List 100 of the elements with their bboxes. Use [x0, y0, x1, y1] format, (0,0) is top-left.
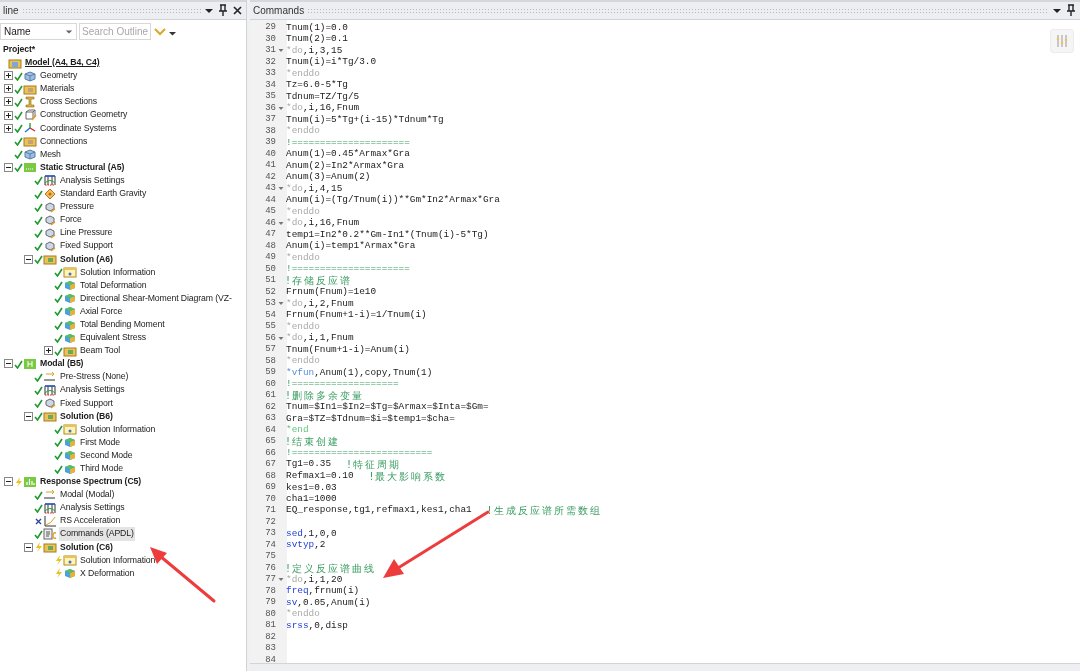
expand-icon[interactable] — [4, 84, 13, 94]
line-number: 43 — [264, 182, 276, 195]
result-cube-icon — [63, 331, 77, 344]
tree-item[interactable]: Mesh — [39, 147, 62, 161]
line-number: 38 — [264, 124, 276, 138]
fold-caret-icon[interactable] — [278, 335, 284, 341]
tree-item[interactable]: Solution (A6) — [59, 252, 114, 266]
search-field[interactable]: Search Outline — [79, 23, 151, 40]
close-icon[interactable] — [232, 5, 243, 16]
line-number: 47 — [264, 228, 276, 241]
line-number: 30 — [264, 32, 276, 46]
fold-caret-icon[interactable] — [278, 186, 284, 192]
check-icon — [34, 502, 43, 513]
line-number: 54 — [264, 308, 276, 322]
tree-item[interactable]: Commands (APDL) — [59, 527, 135, 541]
tree-item[interactable]: Solution Information — [79, 553, 157, 567]
collapse-icon[interactable] — [4, 477, 13, 487]
expand-icon[interactable] — [44, 346, 53, 356]
code-comment: !生成反应谱所需数组 — [487, 504, 602, 519]
check-icon — [34, 385, 43, 395]
tree-item[interactable]: Solution Information — [79, 265, 157, 279]
code-comment: !结束创建 — [286, 435, 340, 449]
tree-item[interactable]: Equivalent Stress — [79, 331, 147, 345]
tree-item[interactable]: Pressure — [59, 200, 95, 214]
tree-item[interactable]: X Deformation — [79, 566, 136, 580]
fold-caret-icon[interactable] — [278, 301, 284, 307]
collapse-icon[interactable] — [4, 162, 13, 172]
tree-item[interactable]: Fixed Support — [59, 396, 114, 410]
line-number: 80 — [264, 607, 276, 621]
code-text: ,i,4,15 — [302, 181, 343, 195]
expand-icon[interactable] — [4, 123, 13, 133]
fold-caret-icon[interactable] — [278, 48, 284, 54]
tree-item[interactable]: Cross Sections — [39, 95, 99, 109]
tree-item[interactable]: Axial Force — [79, 304, 124, 318]
tree-item[interactable]: Project* — [2, 43, 37, 57]
collapse-icon[interactable] — [4, 359, 13, 369]
tree-item[interactable]: Geometry — [39, 69, 79, 83]
tree-item[interactable]: Line Pressure — [59, 226, 114, 240]
check-icon — [34, 240, 43, 251]
expand-icon[interactable] — [4, 97, 13, 107]
tree-item[interactable]: Second Mode — [79, 448, 134, 462]
line-number: 78 — [264, 584, 276, 598]
tree-item[interactable]: Analysis Settings — [59, 383, 126, 397]
result-cube-icon — [63, 462, 77, 475]
command-keyword: sed — [286, 526, 303, 541]
tree-item[interactable]: Coordinate Systems — [39, 121, 118, 135]
tree-item[interactable]: Analysis Settings — [59, 501, 126, 515]
tree-item[interactable]: Response Spectrum (C5) — [39, 475, 143, 489]
lightning-icon — [54, 568, 63, 579]
tree-item[interactable]: Model (A4, B4, C4) — [24, 56, 101, 70]
fold-caret-icon[interactable] — [278, 577, 284, 583]
tree-item[interactable]: Connections — [39, 134, 89, 148]
line-number: 84 — [264, 653, 276, 667]
pin-icon[interactable] — [1065, 4, 1077, 17]
support-icon — [43, 226, 57, 239]
tree-item[interactable]: Solution (C6) — [59, 540, 114, 554]
collapse-icon[interactable] — [24, 254, 33, 264]
expand-icon[interactable] — [4, 71, 13, 81]
fold-caret-icon[interactable] — [278, 105, 284, 111]
code-text: ,Anum(1),copy,Tnum(1) — [314, 365, 433, 380]
folder-icon — [43, 541, 57, 554]
code-text: ,i,1,20 — [302, 573, 343, 586]
tree-item[interactable]: Third Mode — [79, 462, 124, 476]
tree-item[interactable]: Beam Tool — [79, 344, 121, 358]
tree-item[interactable]: Total Bending Moment — [79, 318, 166, 332]
tree-item[interactable]: Construction Geometry — [39, 108, 129, 122]
code-text: kes1=0.03 — [286, 480, 337, 494]
tree-item[interactable]: Modal (Modal) — [59, 488, 116, 502]
check-icon — [54, 306, 63, 317]
tree-item[interactable]: Force — [59, 213, 83, 227]
tree-item[interactable]: Static Structural (A5) — [39, 160, 126, 174]
tree-item[interactable]: Standard Earth Gravity — [59, 187, 148, 201]
tree-item[interactable]: Pre-Stress (None) — [59, 370, 130, 384]
arrow-icon — [43, 488, 57, 501]
tree-item[interactable]: Solution Information — [79, 422, 157, 436]
check-icon — [34, 529, 43, 539]
line-number: 53 — [264, 297, 276, 310]
collapse-icon[interactable] — [24, 411, 33, 421]
tree-item[interactable]: Fixed Support — [59, 239, 114, 253]
column-dropdown[interactable]: Name — [0, 23, 77, 40]
tree-item[interactable]: Solution (B6) — [59, 409, 114, 423]
collapse-icon[interactable] — [24, 542, 33, 552]
tree-item[interactable]: First Mode — [79, 435, 122, 449]
panel-title: line — [3, 4, 19, 18]
code-comment: !===================== — [286, 262, 410, 275]
tree-item[interactable]: Analysis Settings — [59, 173, 126, 187]
line-number: 49 — [264, 251, 276, 264]
fold-caret-icon[interactable] — [278, 220, 284, 226]
tree-item[interactable]: RS Acceleration — [59, 514, 122, 528]
tree-item[interactable]: Total Deformation — [79, 278, 148, 292]
pin-icon[interactable] — [217, 4, 229, 17]
expand-icon[interactable] — [4, 110, 13, 120]
tree-item[interactable]: Modal (B5) — [39, 357, 85, 371]
commands-icon — [43, 528, 57, 540]
info-icon — [63, 554, 77, 567]
directive-keyword: *enddo — [286, 319, 320, 333]
directive-keyword: *do — [286, 101, 303, 115]
tree-item[interactable]: Directional Shear-Moment Diagram (VZ- — [79, 291, 233, 305]
settings-icon — [43, 501, 57, 514]
tree-item[interactable]: Materials — [39, 82, 76, 96]
